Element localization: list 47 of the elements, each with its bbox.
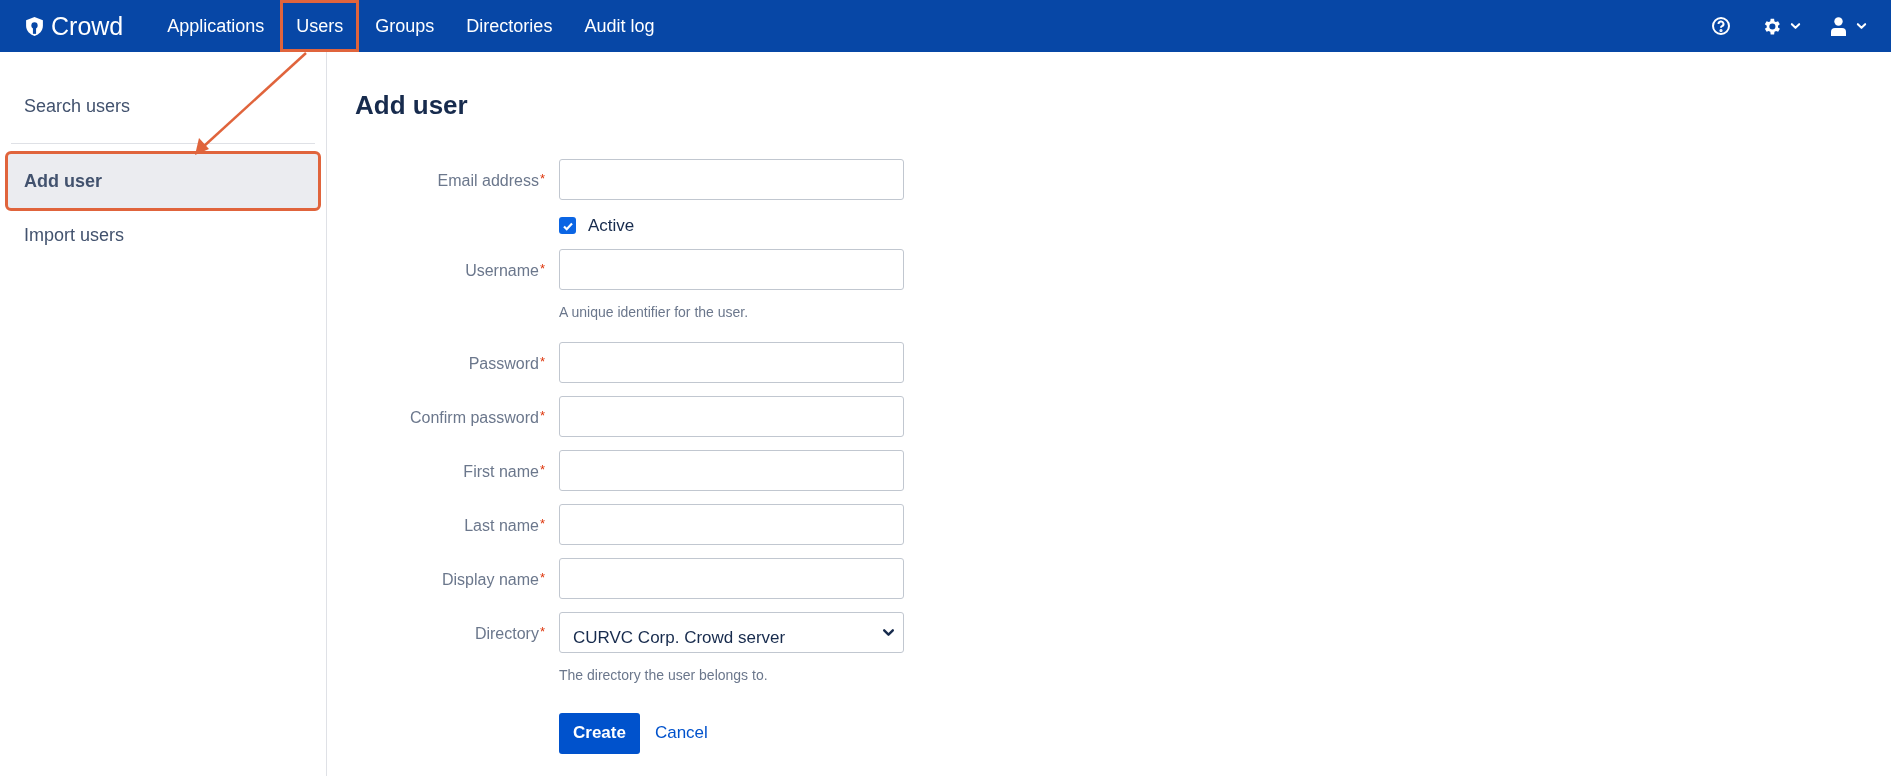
directory-dropdown[interactable]: CURVC Corp. Crowd server (559, 611, 904, 653)
field-label: Password (468, 354, 539, 372)
nav-link[interactable]: Directories (450, 0, 569, 52)
required-asterisk: * (539, 623, 545, 639)
chevron-down-icon (1856, 22, 1867, 30)
cancel-link[interactable]: Cancel (654, 720, 708, 746)
create-button[interactable]: Create (559, 712, 640, 754)
field-label: Email address (437, 172, 539, 189)
sidebar-item[interactable]: Add user (8, 154, 318, 208)
input-field[interactable] (559, 159, 904, 200)
required-asterisk: * (539, 171, 545, 186)
page-title: Add user (355, 89, 469, 122)
shield-logo-icon (24, 15, 45, 37)
input-field[interactable] (559, 503, 904, 545)
hint-text: A unique identifier for the user. (559, 302, 750, 322)
sidebar-item[interactable]: Import users (8, 208, 318, 262)
nav-link[interactable]: Applications (151, 0, 281, 52)
field-label: First name (463, 462, 539, 480)
field-label: Last name (464, 516, 539, 534)
sidebar-item[interactable]: Search users (8, 79, 318, 133)
required-asterisk: * (539, 515, 545, 531)
required-asterisk: * (539, 407, 545, 423)
user-menu[interactable] (1831, 16, 1867, 36)
hint-text: The directory the user belongs to. (559, 665, 769, 685)
input-field[interactable] (559, 395, 904, 437)
required-asterisk: * (539, 353, 545, 369)
nav-link[interactable]: Users (280, 0, 360, 52)
user-icon (1831, 16, 1846, 36)
nav-link[interactable]: Audit log (568, 0, 671, 52)
field-label: Username (465, 261, 539, 279)
input-field[interactable] (559, 248, 904, 290)
input-field[interactable] (559, 557, 904, 599)
input-field[interactable] (559, 341, 904, 383)
checkbox-label: Active (588, 215, 635, 237)
app-logo-text: Crowd (51, 13, 124, 39)
field-label: Display name (442, 570, 539, 588)
chevron-down-icon (1790, 22, 1801, 30)
chevron-down-icon (882, 627, 895, 637)
input-field[interactable] (559, 449, 904, 491)
required-asterisk: * (539, 260, 545, 276)
required-asterisk: * (539, 461, 545, 477)
help-icon[interactable] (1711, 16, 1731, 36)
required-asterisk: * (539, 569, 545, 585)
field-label: Directory (474, 624, 539, 642)
checkbox[interactable] (559, 217, 576, 235)
nav-link[interactable]: Groups (359, 0, 451, 52)
field-label: Confirm password (410, 408, 539, 426)
